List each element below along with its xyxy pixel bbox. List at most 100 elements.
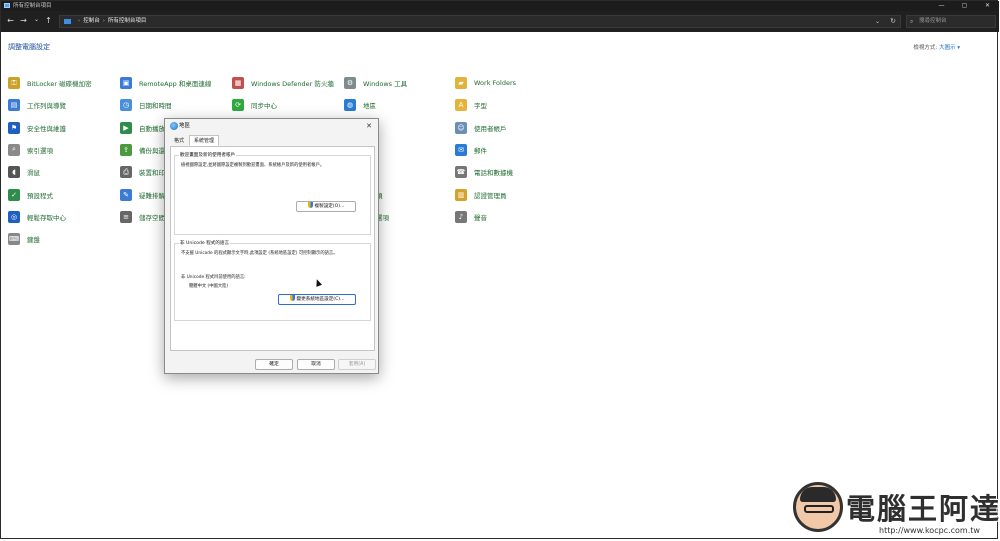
change-system-locale-label: 變更系統地區設定(C)... xyxy=(296,297,345,302)
control-panel-item-label: 日期和時間 xyxy=(139,102,172,111)
control-panel-item[interactable]: ⚑ 安全性與維護 xyxy=(8,121,66,135)
close-button[interactable]: ✕ xyxy=(976,1,999,11)
control-panel-item-label: 地區 xyxy=(363,102,376,111)
tab-formats[interactable]: 格式 xyxy=(169,135,189,146)
title-bar: 所有控制台項目 — ▢ ✕ xyxy=(1,1,999,11)
search-icon: ⌕ xyxy=(910,18,914,25)
clock-icon: ◷ xyxy=(120,99,132,112)
group-legend: 歡迎畫面及新的使用者帳戶 xyxy=(179,152,237,158)
control-panel-item[interactable]: ⌨ 鍵盤 xyxy=(8,232,40,246)
taskbar-icon: ▤ xyxy=(8,99,20,112)
control-panel-item-label: Windows 工具 xyxy=(363,80,408,88)
current-language-value: 簡體中文 (中國大陸) xyxy=(189,284,229,289)
view-by-label: 檢視方式: xyxy=(913,45,938,51)
search-input[interactable]: ⌕ 搜尋控制台 xyxy=(906,15,996,28)
tab-administrative[interactable]: 系統管理 xyxy=(189,135,220,146)
phone-icon: ☎ xyxy=(455,166,467,179)
view-by: 檢視方式: 大圖示 ▾ xyxy=(913,43,960,51)
speaker-icon: ♪ xyxy=(455,210,467,223)
control-panel-item-label: 輕鬆存取中心 xyxy=(27,213,66,222)
cancel-button[interactable]: 取消 xyxy=(297,359,335,370)
breadcrumb-item[interactable]: 控制台 xyxy=(83,18,100,24)
control-panel-item[interactable]: ⚙ Windows 工具 xyxy=(344,76,407,90)
control-panel-item[interactable]: ✉ 郵件 xyxy=(455,143,487,157)
forward-arrow-icon[interactable]: → xyxy=(18,16,29,25)
non-unicode-group: 非 Unicode 程式的語言 不支援 Unicode 的程式顯示文字時,此項設… xyxy=(174,240,371,321)
address-dropdown-icon[interactable]: ⌄ xyxy=(875,16,880,27)
control-panel-item[interactable]: ▦ Windows Defender 防火牆 xyxy=(232,76,334,90)
view-by-dropdown[interactable]: 大圖示 ▾ xyxy=(939,45,960,51)
control-panel-item[interactable]: ⚿ BitLocker 磁碟機加密 xyxy=(8,76,92,90)
control-panel-item-label: 滑鼠 xyxy=(27,169,40,178)
users-icon: ☺ xyxy=(455,121,467,134)
watermark-brand: 電腦王阿達 xyxy=(846,492,1000,526)
control-panel-item[interactable]: ◍ 地區 xyxy=(344,98,376,112)
breadcrumb: › 控制台 › 所有控制台項目 xyxy=(75,16,146,27)
dialog-title-bar: 地區 ✕ xyxy=(165,119,378,133)
sync-icon: ⟳ xyxy=(232,99,244,112)
troubleshoot-icon: ✎ xyxy=(120,188,132,201)
control-panel-item[interactable]: ◖ 滑鼠 xyxy=(8,165,40,179)
minimize-button[interactable]: — xyxy=(930,1,953,11)
mascot-hair xyxy=(800,487,836,502)
group-description: 不支援 Unicode 的程式顯示文字時,此項設定 (系統地區設定) 可控制顯示… xyxy=(181,251,338,256)
breadcrumb-chevron-icon: › xyxy=(102,18,105,24)
control-panel-item-label: 使用者帳戶 xyxy=(474,124,507,133)
control-panel-item-label: RemoteApp 和桌面連線 xyxy=(139,80,212,88)
control-panel-item[interactable]: ▣ RemoteApp 和桌面連線 xyxy=(120,76,211,90)
control-panel-item[interactable]: ≡ 儲存空間 xyxy=(120,210,165,224)
up-arrow-icon[interactable]: ↑ xyxy=(43,16,54,25)
mouse-icon: ◖ xyxy=(8,166,20,179)
credential-icon: ▥ xyxy=(455,188,467,201)
control-panel-item[interactable]: ☎ 電話和數據機 xyxy=(455,165,513,179)
control-panel-item[interactable]: ⟳ 同步中心 xyxy=(232,98,277,112)
control-panel-item[interactable]: ✎ 疑難排解 xyxy=(120,188,165,202)
ease-of-access-icon: ◎ xyxy=(8,210,20,223)
control-panel-item-label: 索引選項 xyxy=(27,146,53,155)
breadcrumb-item[interactable]: 所有控制台項目 xyxy=(108,18,147,24)
control-panel-item[interactable]: ☺ 使用者帳戶 xyxy=(455,121,507,135)
control-panel-item[interactable]: A 字型 xyxy=(455,98,487,112)
control-panel-item[interactable]: ◷ 日期和時間 xyxy=(120,98,172,112)
change-system-locale-button[interactable]: 變更系統地區設定(C)... xyxy=(278,294,356,305)
search-placeholder: 搜尋控制台 xyxy=(919,18,947,24)
uac-shield-icon xyxy=(307,202,313,208)
back-arrow-icon[interactable]: ← xyxy=(5,16,16,25)
tools-icon: ⚙ xyxy=(344,77,356,89)
bitlocker-icon: ⚿ xyxy=(8,77,20,89)
control-panel-item-label: 認證管理員 xyxy=(474,191,507,200)
recent-chevron-icon[interactable]: ⌄ xyxy=(31,16,42,23)
control-panel-item-label: 鍵盤 xyxy=(27,236,40,245)
control-panel-item-label: 同步中心 xyxy=(251,102,277,111)
ok-button[interactable]: 確定 xyxy=(255,359,293,370)
maximize-button[interactable]: ▢ xyxy=(953,1,976,11)
control-panel-item[interactable]: ▥ 認證管理員 xyxy=(455,188,507,202)
close-icon[interactable]: ✕ xyxy=(366,119,372,133)
window-title: 所有控制台項目 xyxy=(13,3,52,9)
index-icon: ⌕ xyxy=(8,143,20,156)
breadcrumb-chevron-icon: › xyxy=(78,18,81,24)
autoplay-icon: ▶ xyxy=(120,121,132,134)
watermark-url: http://www.kocpc.com.tw xyxy=(879,526,980,535)
globe-icon xyxy=(170,122,178,130)
control-panel-item[interactable]: ⌕ 索引選項 xyxy=(8,143,53,157)
globe-icon: ◍ xyxy=(344,99,356,112)
control-panel-item[interactable]: ♪ 聲音 xyxy=(455,210,487,224)
refresh-icon[interactable]: ↻ xyxy=(890,16,896,27)
control-panel-item[interactable]: ✓ 預設程式 xyxy=(8,188,53,202)
mascot-glasses xyxy=(804,505,834,513)
control-panel-item-label: Windows Defender 防火牆 xyxy=(251,80,334,88)
apply-button[interactable]: 套用(A) xyxy=(338,359,376,370)
control-panel-item-label: 預設程式 xyxy=(27,191,53,200)
control-panel-item[interactable]: ◎ 輕鬆存取中心 xyxy=(8,210,66,224)
address-bar: ← → ⌄ ↑ › 控制台 › 所有控制台項目 ⌄ ↻ ⌕ 搜尋控制台 xyxy=(1,11,999,32)
control-panel-item[interactable]: ▰ Work Folders xyxy=(455,76,516,90)
copy-settings-button[interactable]: 複製設定(O)... xyxy=(296,201,356,212)
mascot-logo xyxy=(793,482,843,532)
control-panel-item[interactable]: ▶ 自動播放 xyxy=(120,121,165,135)
address-field[interactable]: › 控制台 › 所有控制台項目 ⌄ ↻ xyxy=(59,15,901,28)
folder-icon: ▰ xyxy=(455,77,467,89)
control-panel-item[interactable]: ▤ 工作列與導覽 xyxy=(8,98,66,112)
uac-shield-icon xyxy=(289,295,295,301)
control-panel-item-label: 聲音 xyxy=(474,213,487,222)
